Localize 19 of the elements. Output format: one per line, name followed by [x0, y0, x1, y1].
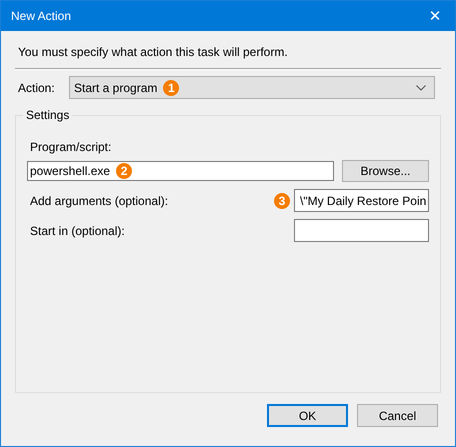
group-legend: Settings: [23, 108, 72, 122]
action-dropdown[interactable]: Start a program 1: [69, 76, 435, 99]
input-field[interactable]: \"My Daily Restore Poin: [294, 189, 429, 212]
dialog-button[interactable]: Cancel: [357, 404, 438, 427]
instruction-text: You must specify what action this task will perform.: [18, 45, 289, 59]
input-field[interactable]: [294, 219, 429, 242]
number-badge: 3: [274, 192, 290, 208]
field-label: Add arguments (optional):: [29, 194, 170, 208]
number-badge: 2: [116, 163, 132, 179]
input-field[interactable]: powershell.exe 2: [27, 161, 334, 181]
field-label: Program/script:: [30, 140, 112, 154]
dialog-button[interactable]: OK: [267, 404, 348, 427]
action-label: Action:: [17, 80, 56, 94]
chevron-down-icon: [416, 85, 426, 91]
close-button[interactable]: ✕: [415, 1, 455, 31]
number-badge: 1: [163, 80, 180, 96]
browse-button[interactable]: Browse...: [342, 160, 429, 182]
window-title: New Action: [10, 9, 72, 23]
field-label: Start in (optional):: [29, 224, 126, 238]
